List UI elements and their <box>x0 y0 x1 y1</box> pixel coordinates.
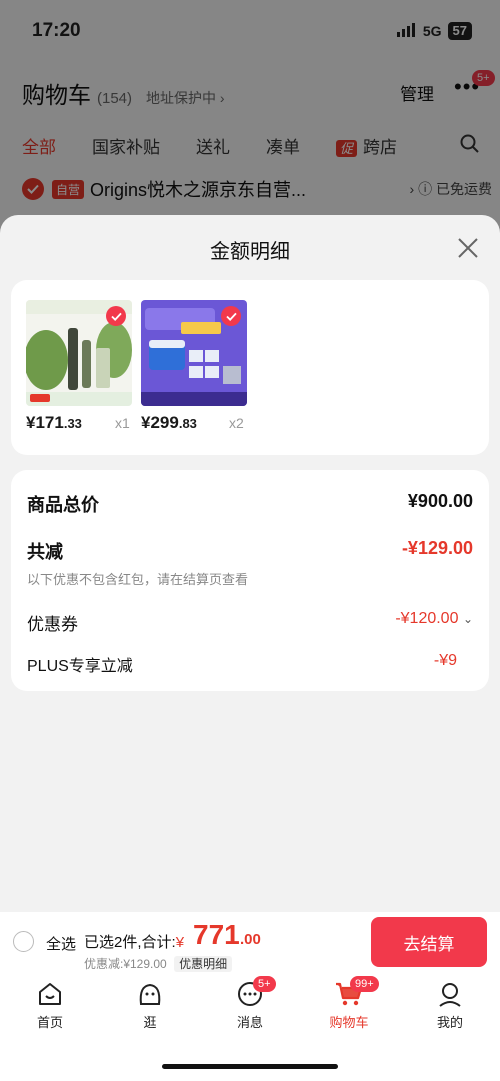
plus-value: -¥9 <box>433 652 457 669</box>
price-decimal: .83 <box>178 416 197 431</box>
total-reduce-row: 共减 -¥129.00 <box>27 538 473 564</box>
profile-icon <box>420 980 480 1008</box>
total-price-value: ¥900.00 <box>407 491 473 511</box>
select-all-checkbox[interactable] <box>13 931 34 952</box>
select-all-label[interactable]: 全选 <box>46 933 76 954</box>
chevron-down-icon: ⌄ <box>462 612 473 626</box>
discount-text: 优惠减:¥129.00 <box>84 957 167 971</box>
product-quantity: x2 <box>229 415 244 431</box>
total-reduce-label: 共减 <box>27 542 63 562</box>
coupon-value-wrapper[interactable]: -¥120.00 ⌄ <box>395 610 473 628</box>
close-icon[interactable] <box>456 236 480 260</box>
product-image-kiehls <box>141 300 247 406</box>
total-currency: ¥ <box>175 934 185 951</box>
selection-summary: 已选2件,合计:¥ 771 .00 <box>84 919 261 952</box>
product-quantity: x1 <box>115 415 130 431</box>
amount-card: 商品总价 ¥900.00 共减 -¥129.00 以下优惠不包含红包，请在结算页… <box>11 470 489 691</box>
reduce-note-row: 以下优惠不包含红包，请在结算页查看 <box>27 569 473 589</box>
tab-browse[interactable]: 逛 <box>120 980 180 1031</box>
tab-profile[interactable]: 我的 <box>420 980 480 1031</box>
checkout-button[interactable]: 去结算 <box>371 917 487 967</box>
plus-label: PLUS专享立减 <box>27 658 133 675</box>
tab-home[interactable]: 首页 <box>20 980 80 1031</box>
messages-badge: 5+ <box>253 976 276 992</box>
tab-label: 逛 <box>143 1015 157 1030</box>
selected-text: 已选2件,合计: <box>84 934 176 951</box>
product-selected-check <box>221 306 241 326</box>
browse-icon <box>120 980 180 1008</box>
total-amount-decimal: .00 <box>240 931 261 948</box>
total-amount-int: 771 <box>193 919 240 950</box>
cart-badge: 99+ <box>350 976 379 992</box>
product-item[interactable]: ¥299.83 x2 <box>141 300 247 432</box>
coupon-row[interactable]: 优惠券 -¥120.00 ⌄ <box>27 610 473 635</box>
total-price-label: 商品总价 <box>27 495 99 515</box>
total-reduce-value: -¥129.00 <box>401 538 473 558</box>
product-item[interactable]: ¥171.33 x1 <box>26 300 132 432</box>
plus-row: PLUS专享立减 -¥9 <box>27 652 473 676</box>
total-price-row: 商品总价 ¥900.00 <box>27 491 473 517</box>
tab-label: 购物车 <box>329 1015 369 1030</box>
price-decimal: .33 <box>63 416 82 431</box>
bottom-tab-bar: 首页 逛 消息 5+ 购物车 99+ 我的 <box>0 972 500 1081</box>
product-price: ¥299.83 <box>141 413 197 433</box>
tab-label: 首页 <box>36 1015 63 1030</box>
home-icon <box>20 980 80 1008</box>
tab-label: 我的 <box>436 1015 463 1030</box>
coupon-label: 优惠券 <box>27 615 78 634</box>
product-price: ¥171.33 <box>26 413 82 433</box>
tab-label: 消息 <box>236 1015 263 1030</box>
reduce-note: 以下优惠不包含红包，请在结算页查看 <box>27 572 249 587</box>
product-selected-check <box>106 306 126 326</box>
checkout-bar: 全选 已选2件,合计:¥ 771 .00 优惠减:¥129.00 优惠明细 去结… <box>0 912 500 972</box>
products-card: ¥171.33 x1 ¥299.83 x2 <box>11 280 489 455</box>
price-int: ¥171 <box>26 413 64 432</box>
discount-summary: 优惠减:¥129.00 优惠明细 <box>84 955 233 972</box>
price-int: ¥299 <box>141 413 179 432</box>
coupon-value: -¥120.00 <box>395 610 459 627</box>
sheet-title: 金额明细 <box>210 241 290 263</box>
discount-detail-button[interactable]: 优惠明细 <box>174 956 233 972</box>
home-indicator <box>162 1064 338 1069</box>
product-image-origins <box>26 300 132 406</box>
